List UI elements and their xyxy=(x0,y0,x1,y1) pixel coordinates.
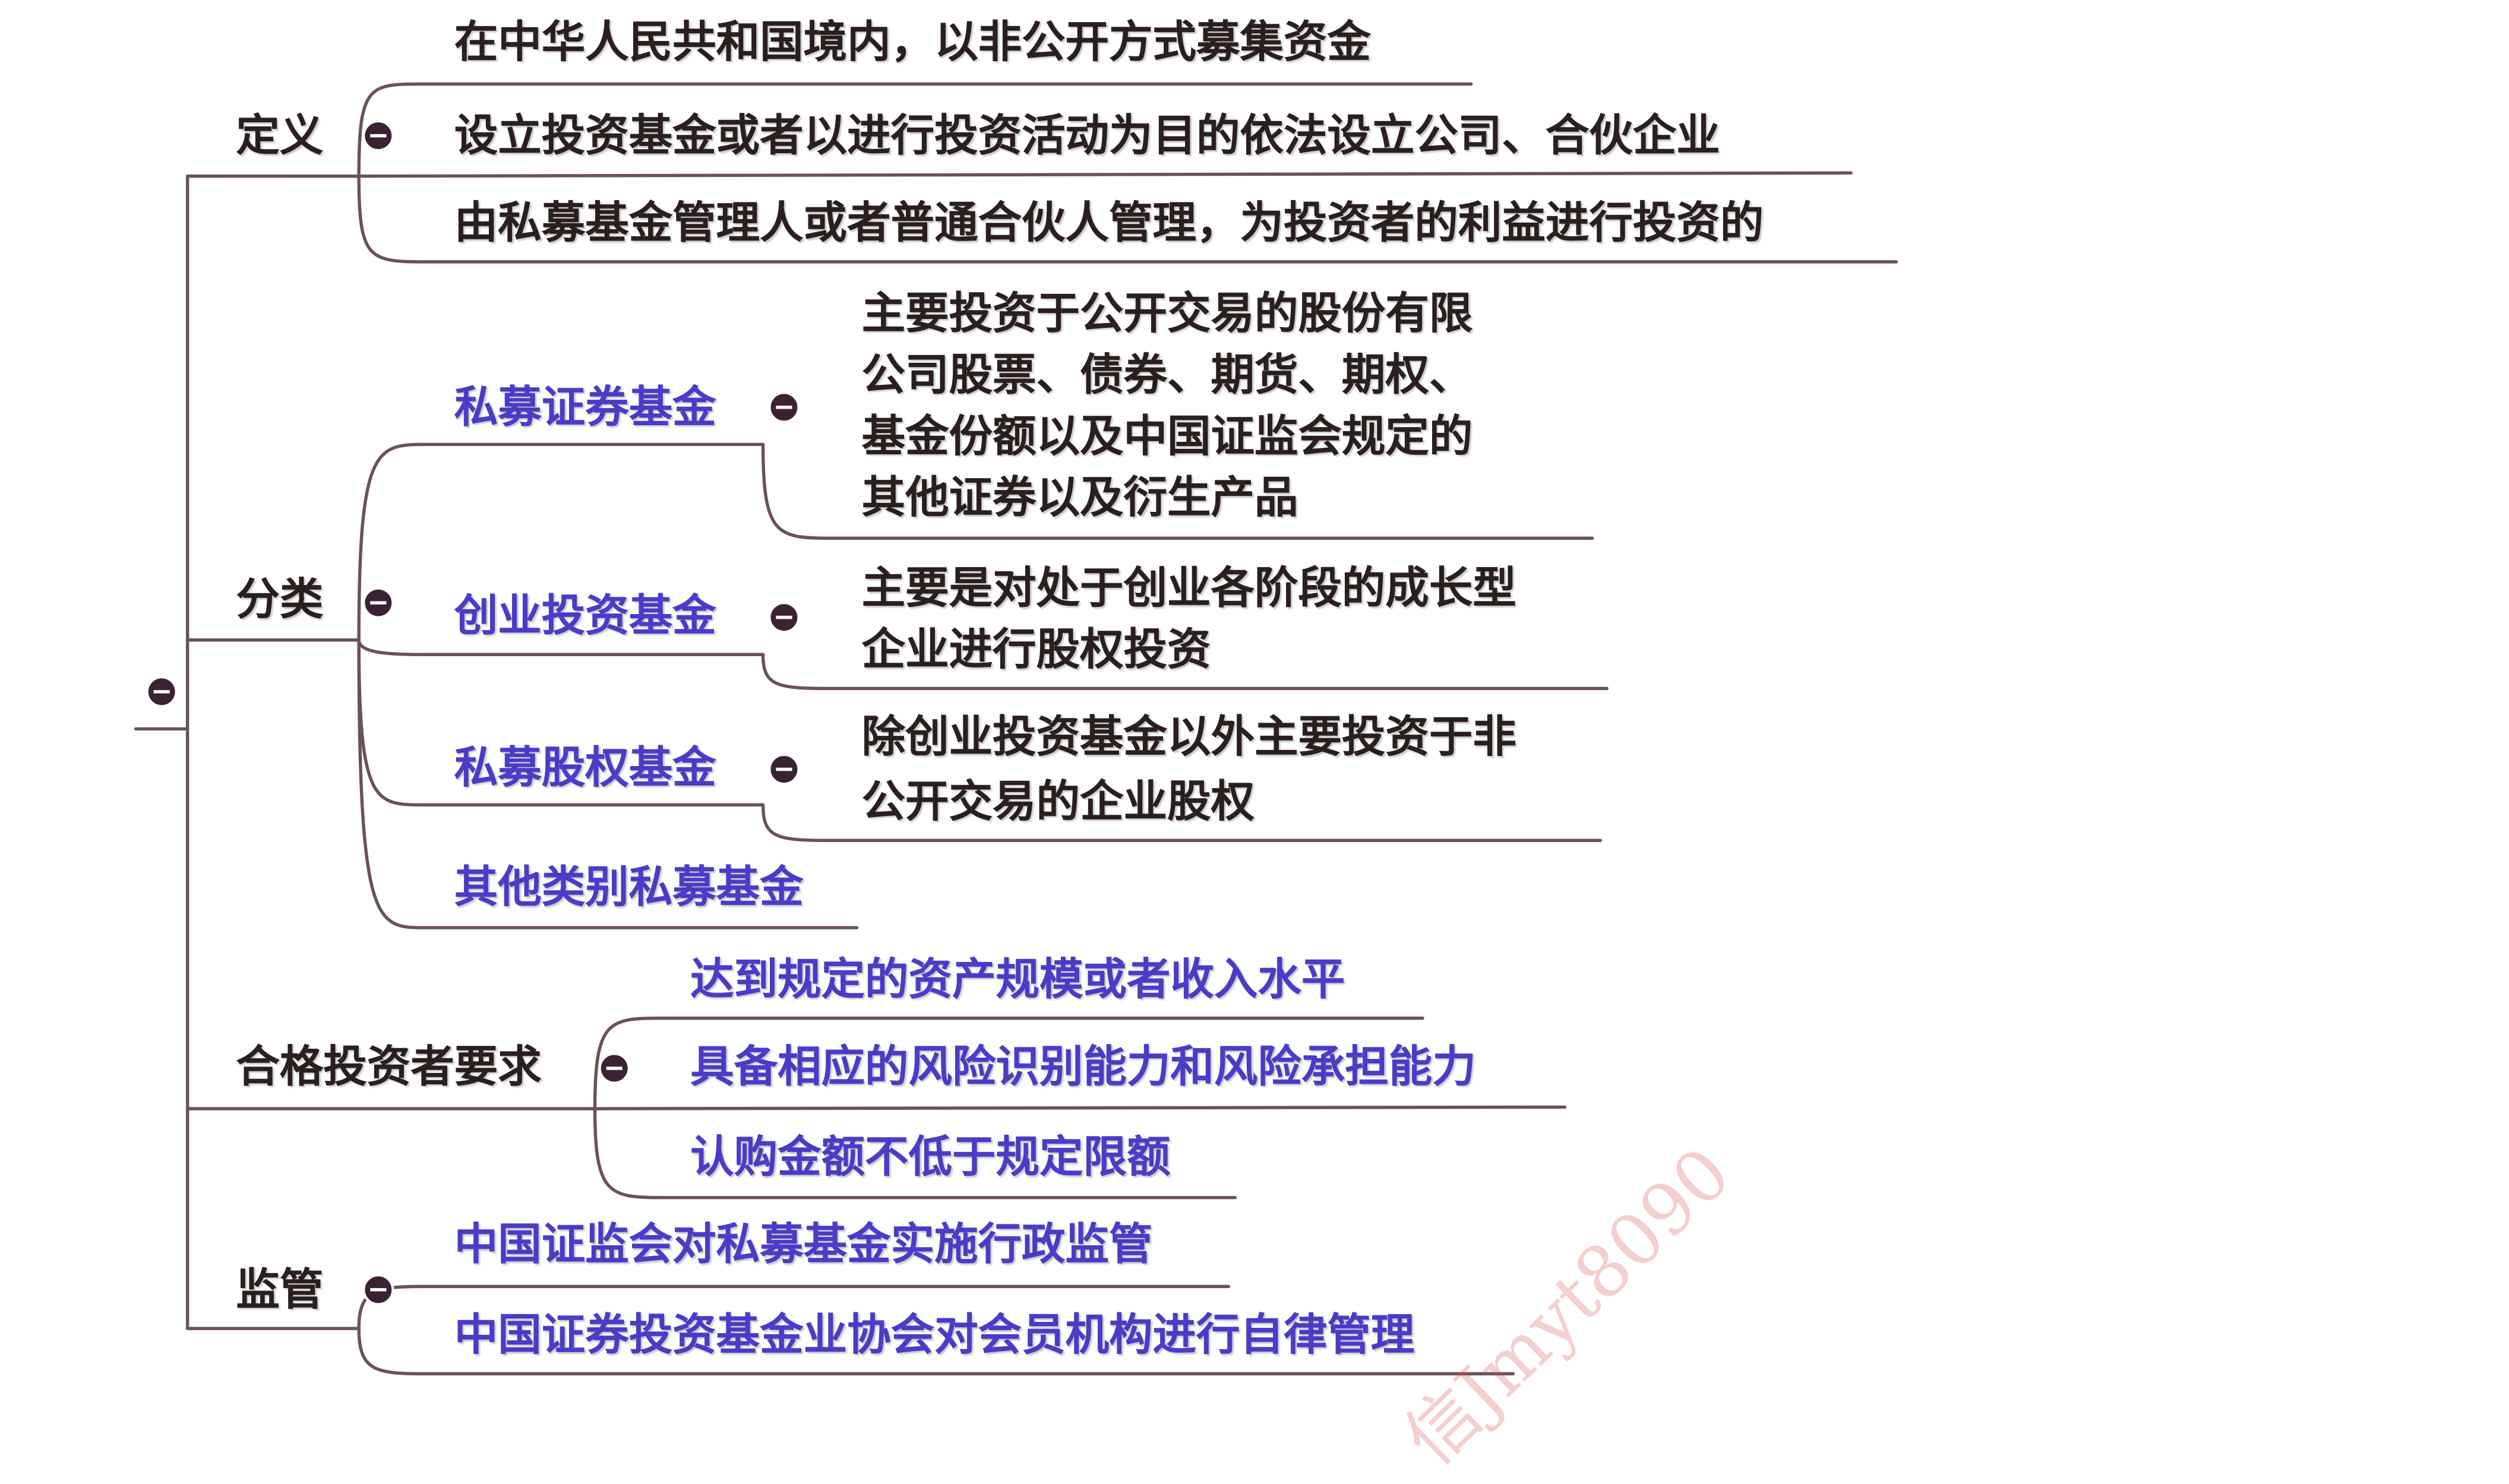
definition-collapse-icon[interactable] xyxy=(362,120,394,152)
venture-collapse-icon[interactable] xyxy=(768,602,800,634)
venture-desc-line-1: 主要是对处于创业各阶段的成长型 xyxy=(861,564,1516,615)
class-other-fund: 其他类别私募基金 xyxy=(454,863,804,913)
class-venture-fund: 创业投资基金 xyxy=(454,591,716,642)
securities-desc-line-4: 其他证券以及衍生产品 xyxy=(861,473,1298,524)
supervision-collapse-icon[interactable] xyxy=(362,1274,394,1306)
venture-desc-line-2: 企业进行股权投资 xyxy=(861,625,1211,676)
supervision-item-1: 中国证监会对私募基金实施行政监管 xyxy=(454,1220,1153,1271)
definition-item-2: 设立投资基金或者以进行投资活动为目的依法设立公司、合伙企业 xyxy=(454,111,1720,162)
securities-desc-line-3: 基金份额以及中国证监会规定的 xyxy=(861,412,1473,463)
equity-desc-line-2: 公开交易的企业股权 xyxy=(861,777,1254,828)
definition-item-1: 在中华人民共和国境内，以非公开方式募集资金 xyxy=(454,17,1371,68)
equity-desc-line-1: 除创业投资基金以外主要投资于非 xyxy=(861,713,1516,763)
definition-link-2 xyxy=(357,171,1853,178)
root-collapse-icon[interactable] xyxy=(146,676,178,708)
qualified-item-2: 具备相应的风险识别能力和风险承担能力 xyxy=(690,1042,1476,1093)
equity-collapse-icon[interactable] xyxy=(768,753,800,786)
mind-map-canvas: 定义 在中华人民共和国境内，以非公开方式募集资金 设立投资基金或者以进行投资活动… xyxy=(0,0,2509,1482)
category-supervision: 监管 xyxy=(236,1265,324,1316)
supervision-item-2: 中国证券投资基金业协会对会员机构进行自律管理 xyxy=(454,1311,1415,1361)
qualified-item-3: 认购金额不低于规定限额 xyxy=(690,1132,1171,1184)
qualified-collapse-icon[interactable] xyxy=(598,1052,630,1084)
category-qualified-investor: 合格投资者要求 xyxy=(236,1042,542,1093)
class-securities-fund: 私募证券基金 xyxy=(454,383,716,434)
securities-collapse-icon[interactable] xyxy=(768,391,800,423)
category-definition: 定义 xyxy=(236,111,324,162)
securities-desc-line-1: 主要投资于公开交易的股份有限 xyxy=(861,289,1473,340)
definition-item-3: 由私募基金管理人或者普通合伙人管理，为投资者的利益进行投资的 xyxy=(454,198,1764,249)
qualified-link-2 xyxy=(593,1105,1567,1110)
class-equity-fund: 私募股权基金 xyxy=(454,743,716,794)
category-classification: 分类 xyxy=(236,575,324,626)
classification-collapse-icon[interactable] xyxy=(362,587,394,619)
qualified-item-1: 达到规定的资产规模或者收入水平 xyxy=(690,955,1345,1005)
securities-desc-line-2: 公司股票、债券、期货、期权、 xyxy=(861,350,1473,401)
